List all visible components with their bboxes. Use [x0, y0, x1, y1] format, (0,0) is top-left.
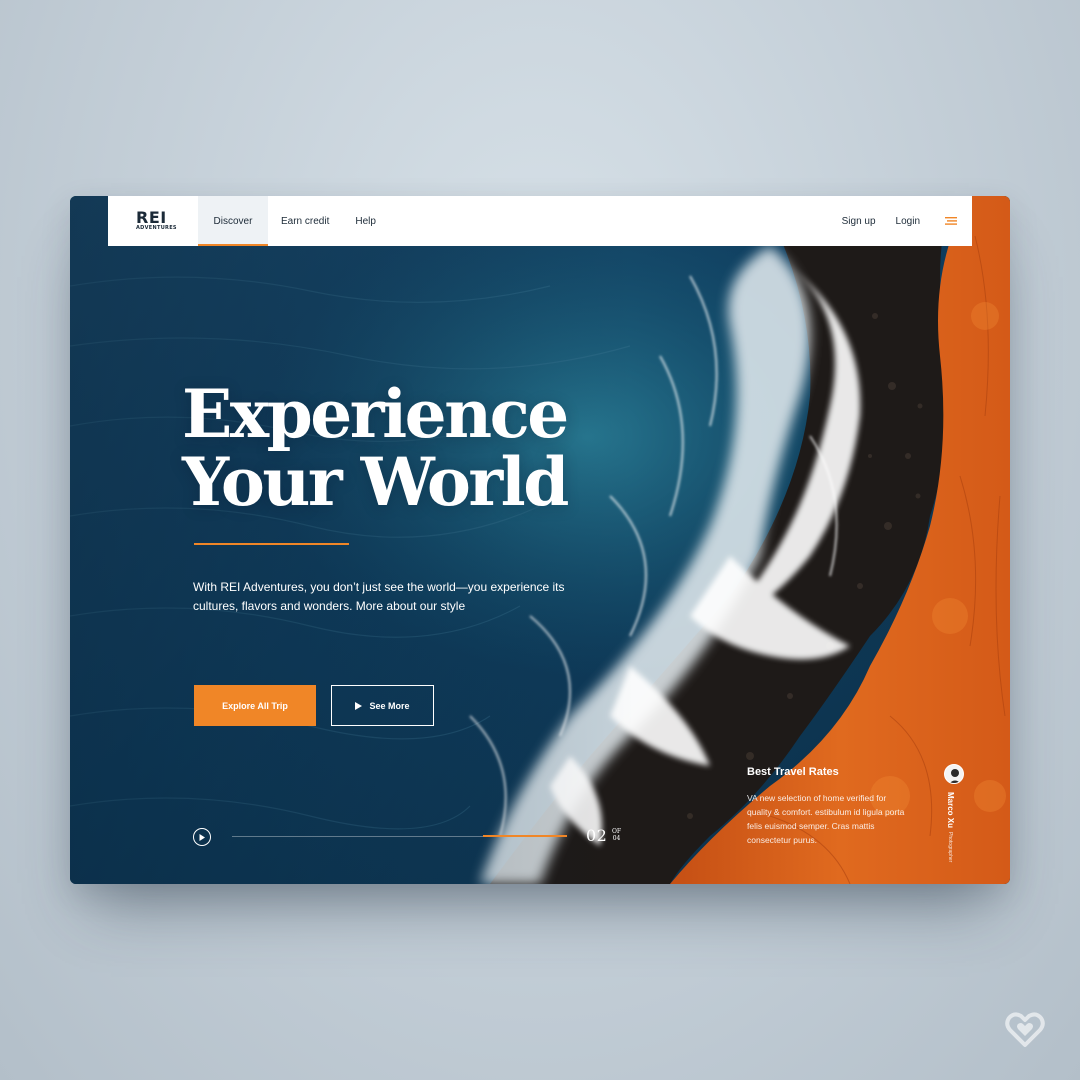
hero-card: REI ADVENTURES Discover Earn credit Help…	[70, 196, 1010, 884]
hero-description: With REI Adventures, you don’t just see …	[193, 580, 565, 613]
hero-underline	[194, 543, 349, 545]
author-role: Photographer	[947, 832, 953, 863]
hero-title-line-1: Experience	[182, 375, 569, 453]
slide-total: OF 04	[612, 828, 621, 842]
menu-icon[interactable]	[930, 196, 972, 246]
login-link[interactable]: Login	[886, 216, 930, 227]
explore-all-trip-button[interactable]: Explore All Trip	[194, 685, 316, 726]
author-name: Marco Xu	[946, 792, 955, 829]
signup-link[interactable]: Sign up	[832, 216, 886, 227]
brand-sub: ADVENTURES	[136, 225, 177, 231]
slider-play-button[interactable]	[193, 828, 211, 846]
slide-of-label: OF	[612, 828, 622, 835]
slide-total-number: 04	[612, 835, 621, 842]
hero-background-image	[70, 196, 1010, 884]
nav-tab-discover[interactable]: Discover	[198, 196, 268, 246]
hero-title-line-2: Your World	[182, 443, 569, 521]
slide-current-number: 02	[586, 826, 608, 845]
rates-title: Best Travel Rates	[747, 766, 839, 778]
brand-name: REI	[136, 208, 167, 227]
play-circle-icon	[199, 833, 205, 841]
see-more-button[interactable]: See More	[331, 685, 434, 726]
see-more-label: See More	[369, 700, 410, 711]
hero-title: Experience Your World	[182, 380, 622, 516]
play-icon	[355, 701, 363, 710]
brand-logo[interactable]: REI ADVENTURES	[108, 210, 198, 232]
slider-progress-fill	[483, 835, 567, 837]
rates-body: VA new selection of home verified for qu…	[747, 793, 905, 845]
author-credit: Marco Xu Photographer	[945, 792, 955, 863]
hamburger-icon	[945, 217, 957, 225]
author-avatar[interactable]	[944, 764, 964, 784]
explore-all-trip-label: Explore All Trip	[222, 700, 288, 711]
top-nav: REI ADVENTURES Discover Earn credit Help…	[108, 196, 972, 246]
heart-watermark-icon	[1005, 1012, 1045, 1047]
nav-tab-earn-credit[interactable]: Earn credit	[268, 196, 342, 246]
nav-tab-help[interactable]: Help	[342, 196, 389, 246]
